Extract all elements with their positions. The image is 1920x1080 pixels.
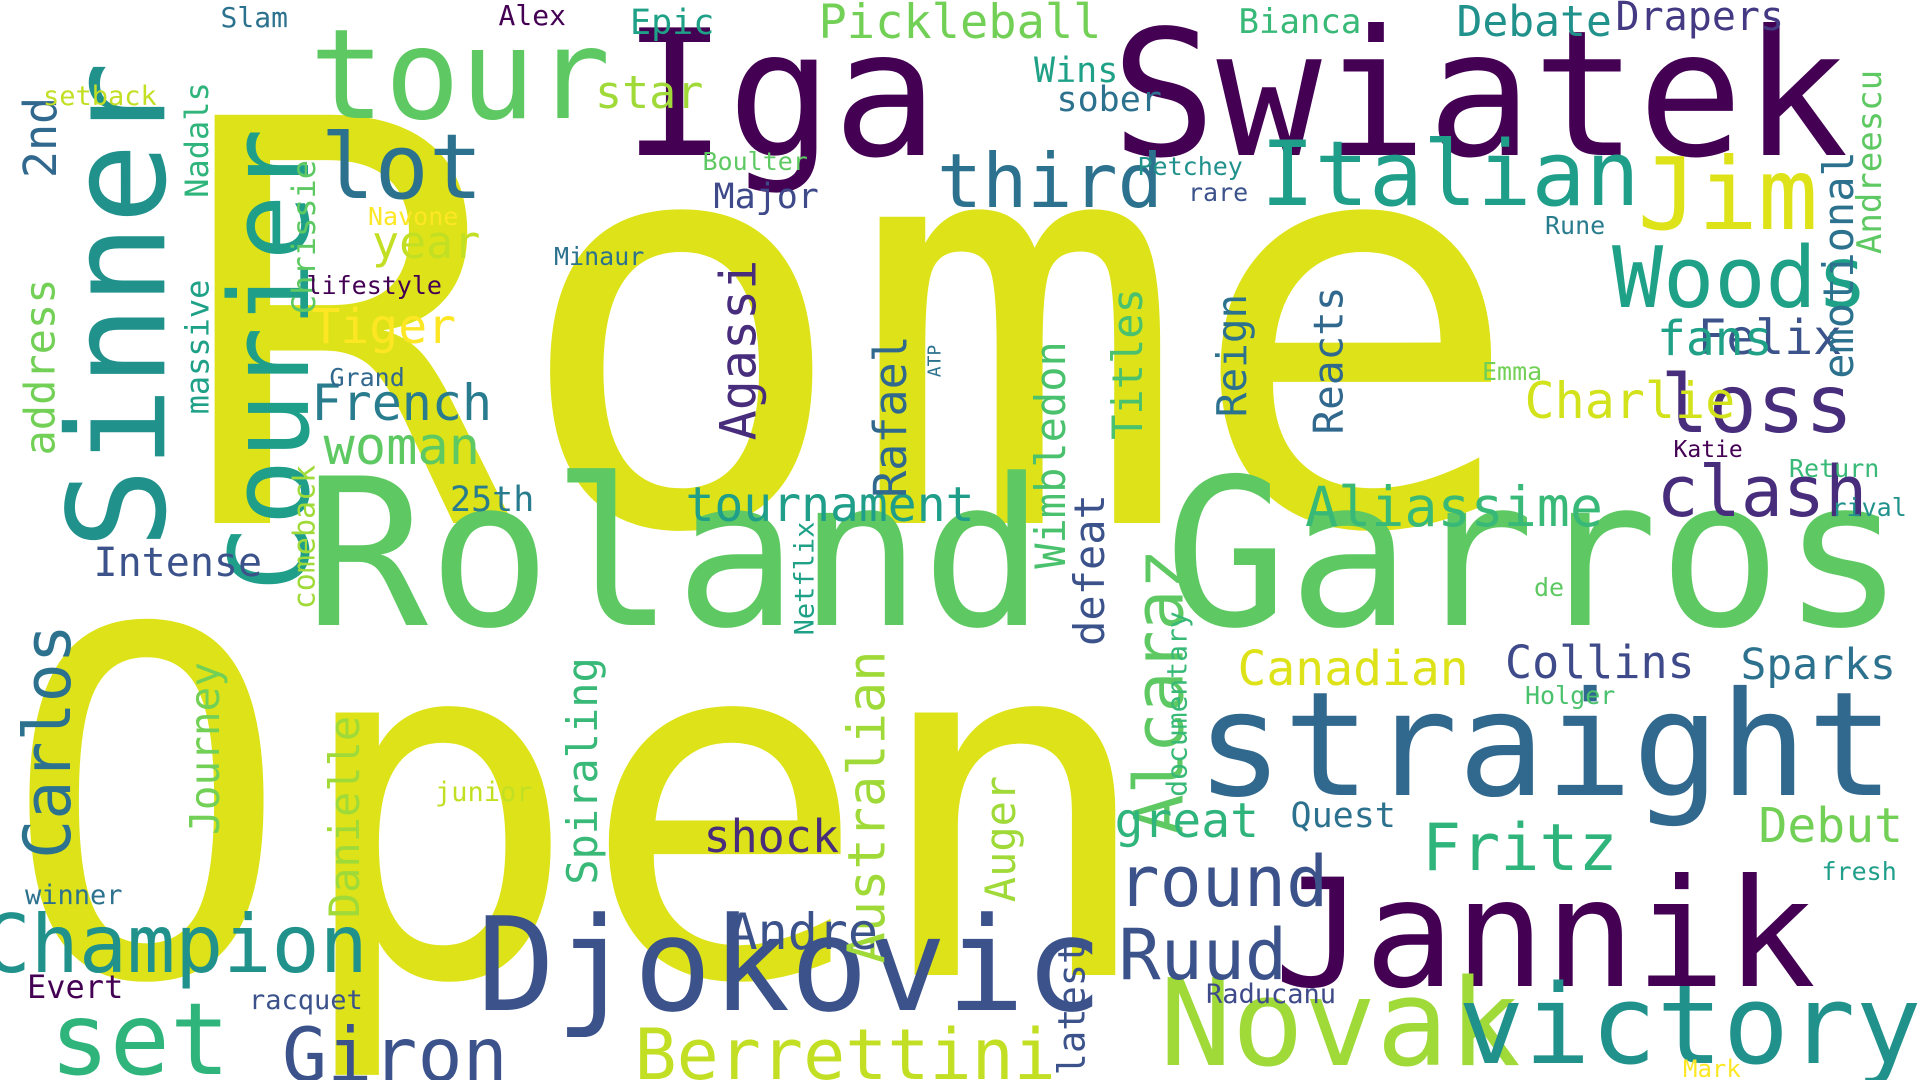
cloud-word-shock: shock: [703, 809, 839, 863]
cloud-word-reign: Reign: [1207, 293, 1256, 417]
cloud-word-andreescu: Andreescu: [1850, 69, 1891, 255]
cloud-word-andre: Andre: [727, 903, 879, 961]
cloud-word-boulter: Boulter: [702, 146, 808, 176]
cloud-word-third: third: [937, 136, 1163, 225]
cloud-word-minaur: Minaur: [554, 241, 645, 271]
cloud-word-round: round: [1117, 841, 1329, 923]
cloud-word-journey: Journey: [180, 661, 229, 835]
cloud-word-drapers: Drapers: [1615, 0, 1785, 40]
cloud-word-sober: sober: [1056, 79, 1162, 120]
cloud-word-latest: latest: [1050, 941, 1094, 1075]
cloud-word-petchey: Petchey: [1137, 151, 1243, 181]
cloud-word-tournament: tournament: [685, 477, 975, 533]
cloud-word-fritz: Fritz: [1422, 810, 1618, 886]
cloud-word-carlos: Carlos: [10, 623, 86, 859]
cloud-word-intense: Intense: [93, 540, 263, 586]
cloud-word-quest: Quest: [1290, 795, 1396, 836]
cloud-word-setback: setback: [43, 80, 157, 112]
cloud-word-pickleball: Pickleball: [818, 0, 1102, 50]
cloud-word-rival: rival: [1831, 492, 1907, 522]
cloud-word-great: great: [1114, 793, 1260, 849]
cloud-word-berrettini: Berrettini: [634, 1014, 1056, 1080]
cloud-word-collins: Collins: [1505, 635, 1695, 689]
cloud-word-fresh: fresh: [1821, 856, 1897, 886]
cloud-word-netflix: Netflix: [789, 521, 821, 635]
cloud-word-canadian: Canadian: [1237, 641, 1469, 697]
cloud-word-bianca: Bianca: [1238, 2, 1362, 42]
cloud-word-comeback: comeback: [286, 464, 322, 610]
cloud-word-holger: Holger: [1525, 680, 1616, 710]
cloud-word-rare: rare: [1188, 177, 1249, 207]
cloud-word-debut: Debut: [1758, 798, 1904, 854]
cloud-word-slam: Slam: [220, 1, 288, 34]
cloud-word-debate: Debate: [1456, 0, 1612, 47]
cloud-word-fans: fans: [1657, 311, 1773, 367]
cloud-word-italian: Italian: [1260, 122, 1640, 227]
cloud-word-massive: massive: [177, 279, 216, 415]
cloud-word-lot: lot: [320, 115, 484, 220]
cloud-word-sparks: Sparks: [1740, 639, 1896, 690]
cloud-word-grand: Grand: [329, 362, 405, 392]
cloud-word-epic: Epic: [630, 2, 715, 43]
cloud-word-nadals: Nadals: [177, 82, 216, 198]
cloud-word-aliassime: Aliassime: [1305, 474, 1604, 539]
cloud-word-katie: Katie: [1673, 436, 1743, 463]
cloud-word-auger: Auger: [976, 775, 1026, 903]
cloud-word-winner: winner: [25, 879, 123, 911]
cloud-word-alex: Alex: [498, 0, 566, 32]
cloud-word-mark: Mark: [1683, 1055, 1741, 1080]
cloud-word-danielle: Danielle: [320, 715, 370, 919]
cloud-word-defeat: defeat: [1064, 494, 1114, 646]
cloud-word-emma: Emma: [1482, 356, 1543, 386]
word-cloud: Rome Open Roland Garros Iga Swiatek straight Ja…: [0, 0, 1920, 1080]
cloud-word-reacts: Reacts: [1304, 285, 1353, 435]
cloud-word-raducanu: Raducanu: [1206, 978, 1337, 1010]
cloud-word-rafael: Rafael: [863, 334, 917, 498]
cloud-word-spiraling: Spiraling: [557, 657, 607, 885]
cloud-word-navone: Navone: [368, 201, 459, 231]
cloud-word-address: address: [15, 278, 65, 456]
cloud-word-woman: woman: [323, 417, 481, 477]
cloud-word-sinner: Sinner: [39, 61, 197, 549]
cloud-word-junior: junior: [435, 776, 533, 808]
cloud-word-25th: 25th: [450, 479, 535, 520]
cloud-word-lifestyle: lifestyle: [306, 270, 442, 300]
cloud-word-documentary: documentary: [1160, 611, 1194, 797]
cloud-word-tiger: Tiger: [311, 299, 457, 355]
cloud-word-charlie: Charlie: [1524, 372, 1736, 430]
cloud-word-giron: Giron: [282, 1010, 508, 1080]
cloud-word-racquet: racquet: [249, 984, 363, 1016]
cloud-word-agassi: Agassi: [708, 259, 767, 441]
cloud-word-titles: Titles: [1102, 288, 1152, 440]
cloud-word-atp: ATP: [923, 344, 945, 378]
cloud-word-star: star: [595, 65, 704, 119]
cloud-word-evert: Evert: [27, 968, 124, 1006]
cloud-word-return: Return: [1789, 453, 1880, 483]
cloud-word-de: de: [1534, 572, 1565, 602]
cloud-word-rune: Rune: [1545, 210, 1606, 240]
cloud-word-major: Major: [713, 176, 819, 217]
